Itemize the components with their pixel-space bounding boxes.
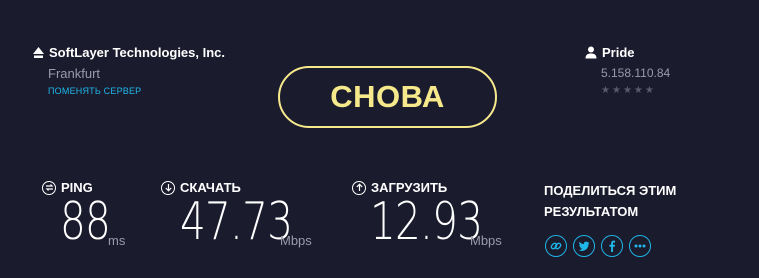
share-title: ПОДЕЛИТЬСЯ ЭТИМ РЕЗУЛЬТАТОМ	[544, 183, 677, 219]
download-unit: Mbps	[280, 233, 312, 248]
more-icon[interactable]	[629, 235, 651, 257]
upload-value: 12.93	[370, 192, 483, 252]
facebook-icon[interactable]	[601, 235, 623, 257]
twitter-icon[interactable]	[573, 235, 595, 257]
star-icon[interactable]: ★	[623, 86, 632, 96]
upload-unit: Mbps	[470, 233, 502, 248]
change-server-link[interactable]: ПОМЕНЯТЬ СЕРВЕР	[48, 86, 141, 96]
server-city: Frankfurt	[48, 66, 101, 81]
share-icons	[545, 235, 651, 257]
link-icon[interactable]	[545, 235, 567, 257]
again-button[interactable]: СНОВА	[278, 66, 497, 128]
star-icon[interactable]: ★	[645, 86, 654, 96]
again-button-label: СНОВА	[330, 79, 445, 114]
isp-rating[interactable]: ★ ★ ★ ★ ★	[601, 86, 654, 96]
ping-icon	[42, 180, 56, 195]
star-icon[interactable]: ★	[601, 86, 610, 96]
ping-value: 88	[60, 192, 111, 252]
user-icon	[585, 46, 597, 59]
isp-ip: 5.158.110.84	[601, 66, 671, 80]
download-value: 47.73	[180, 192, 293, 252]
isp-name: Pride	[602, 45, 635, 60]
server-icon	[32, 46, 45, 59]
star-icon[interactable]: ★	[612, 86, 621, 96]
download-arrow-icon	[161, 180, 175, 195]
upload-arrow-icon	[352, 180, 366, 195]
server-name: SoftLayer Technologies, Inc.	[49, 45, 226, 60]
star-icon[interactable]: ★	[634, 86, 643, 96]
server-name-row: SoftLayer Technologies, Inc.	[32, 45, 232, 60]
ping-unit: ms	[108, 233, 126, 248]
isp-name-row: Pride	[585, 45, 635, 60]
